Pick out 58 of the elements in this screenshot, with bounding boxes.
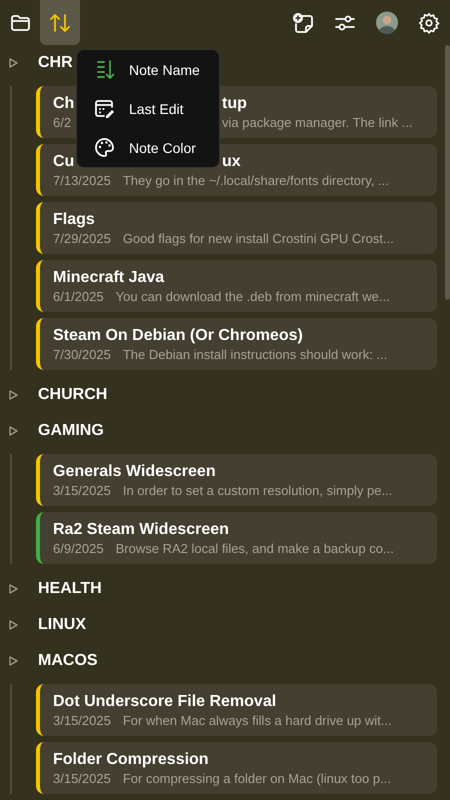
note-card[interactable]: Dot Underscore File Removal 3/15/2025 For when Mac always fills a hard drive up wit... [36, 684, 437, 736]
sort-button[interactable] [40, 0, 80, 45]
note-preview: The Debian install instructions should work: ... [122, 347, 388, 362]
note-card[interactable]: Minecraft Java 6/1/2025 You can download the .deb from minecraft we... [36, 260, 437, 312]
sliders-icon [334, 12, 356, 32]
sort-icon [49, 12, 71, 32]
scrollbar[interactable] [445, 45, 450, 300]
note-date: 6/9/2025 [53, 541, 104, 556]
note-preview: In order to set a custom resolution, simply pe... [122, 483, 392, 498]
note-preview: Good flags for new install Crostini GPU Crost... [122, 231, 394, 246]
note-title: Minecraft Java [53, 269, 164, 286]
note-meta: 6/2 [53, 115, 72, 130]
calendar-edit-icon [94, 98, 115, 119]
note-title: Ra2 Steam Widescreen [53, 521, 229, 538]
note-card[interactable]: Ra2 Steam Widescreen 6/9/2025 Browse RA2 local files, and make a backup co... [36, 512, 437, 564]
note-title: ux [222, 153, 241, 171]
avatar[interactable] [376, 10, 398, 34]
group-name[interactable]: CHURCH [38, 386, 108, 404]
note-date: 6/1/2025 [53, 289, 104, 304]
note-date: 7/29/2025 [53, 231, 111, 246]
note-preview: For compressing a folder on Mac (linux too p... [122, 771, 391, 786]
sort-icon [94, 59, 115, 80]
new-note-icon [292, 12, 314, 34]
group-name[interactable]: MACOS [38, 652, 98, 670]
note-date: 3/15/2025 [53, 483, 111, 498]
palette-icon [94, 137, 115, 158]
note-date: 7/13/2025 [53, 173, 111, 188]
note-date: 3/15/2025 [53, 713, 111, 728]
group-name[interactable]: GAMING [38, 422, 104, 440]
note-date: 3/15/2025 [53, 771, 111, 786]
group-name[interactable]: LINUX [38, 616, 86, 634]
note-title: Cu [53, 153, 74, 171]
note-title: Ch [53, 95, 74, 113]
note-date: 7/30/2025 [53, 347, 111, 362]
note-meta: via package manager. The link ... [222, 115, 413, 130]
group-name[interactable]: CHR [38, 54, 73, 72]
folder-icon [10, 14, 30, 32]
note-title: Generals Widescreen [53, 463, 216, 480]
note-title: Flags [53, 211, 95, 228]
note-title: Folder Compression [53, 751, 209, 768]
note-preview: They go in the ~/.local/share/fonts directory, ... [122, 173, 389, 188]
new-note-button[interactable] [292, 10, 314, 34]
note-title: tup [222, 95, 247, 113]
note-preview: Browse RA2 local files, and make a backup co... [116, 541, 394, 556]
note-title: Dot Underscore File Removal [53, 693, 276, 710]
settings-button[interactable] [418, 10, 440, 34]
note-preview: For when Mac always fills a hard drive up wit... [122, 713, 392, 728]
menu-item[interactable]: Note Name [77, 50, 219, 89]
note-card[interactable]: Generals Widescreen 3/15/2025 In order to set a custom resolution, simply pe... [36, 454, 437, 506]
menu-item[interactable]: Last Edit [77, 89, 219, 128]
avatar-icon [376, 11, 398, 34]
note-card[interactable]: Flags 7/29/2025 Good flags for new install Crostini GPU Crost... [36, 202, 437, 254]
group-name[interactable]: HEALTH [38, 580, 102, 598]
note-card[interactable]: Steam On Debian (Or Chromeos) 7/30/2025 The Debian install instructions should work: ... [36, 318, 437, 370]
note-title: Steam On Debian (Or Chromeos) [53, 327, 303, 344]
settings-icon [418, 12, 440, 34]
note-card[interactable]: Folder Compression 3/15/2025 For compressing a folder on Mac (linux too p... [36, 742, 437, 794]
note-preview: You can download the .deb from minecraft we... [116, 289, 390, 304]
